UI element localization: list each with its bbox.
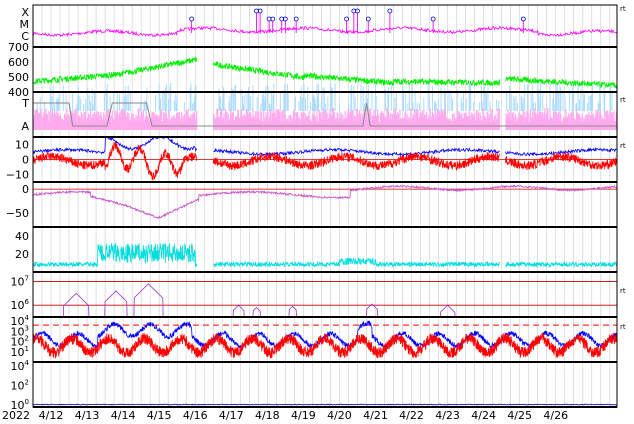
proton-right-label: rt <box>620 287 626 295</box>
speed-tick-label: 700 <box>8 41 29 54</box>
x-tick-label: 4/20 <box>327 409 352 422</box>
flare-marker <box>189 16 195 22</box>
panel-frame <box>32 46 618 93</box>
x-tick-label: 4/15 <box>147 409 172 422</box>
xray-flux-line <box>32 25 618 38</box>
flare-marker <box>430 16 436 22</box>
speed-tick-label: 600 <box>8 56 29 69</box>
electron-right-label: rt <box>620 323 626 331</box>
electron-low-line <box>32 332 618 359</box>
dst-tick-label: −50 <box>6 207 29 220</box>
neutron-tick-label: 102 <box>11 378 29 392</box>
tick-labels: 4/12 4/13 4/14 4/15 4/16 4/17 4/18 4/19 4/20 4/21… <box>6 5 626 422</box>
neutron-line <box>32 403 618 406</box>
panel-frame <box>32 4 618 48</box>
x-tick-label: 4/17 <box>219 409 244 422</box>
flare-marker <box>344 16 350 22</box>
space-weather-chart: 4/12 4/13 4/14 4/15 4/16 4/17 4/18 4/19 4/20 4/21… <box>2 4 626 422</box>
proton-flux-line <box>43 283 470 318</box>
xray-right-label: rt <box>620 5 626 13</box>
data-series <box>32 8 618 406</box>
x-tick-label: 4/22 <box>399 409 424 422</box>
density-line <box>32 243 618 269</box>
flare-marker <box>387 8 393 14</box>
x-tick-label: 4/12 <box>39 409 64 422</box>
x-tick-label: 4/18 <box>255 409 280 422</box>
neutron-tick-label: 104 <box>11 359 30 373</box>
flare-marker <box>520 16 526 22</box>
speed-tick-label: 500 <box>8 71 29 84</box>
dst-tick-label: 0 <box>22 183 29 196</box>
flare-marker <box>365 16 371 22</box>
bz-tick-label: 0 <box>22 154 29 167</box>
electron-tick-label: 101 <box>11 345 29 359</box>
bz-line <box>32 141 618 181</box>
wind-speed-line <box>32 56 618 89</box>
panel-frame <box>32 271 618 318</box>
x-tick-label: 4/16 <box>183 409 208 422</box>
x-tick-label: 4/19 <box>291 409 316 422</box>
panel-frame <box>32 361 618 408</box>
kp-right-label: rt <box>620 96 626 104</box>
density-tick-label: 20 <box>15 248 29 261</box>
proton-tick-label: 106 <box>11 298 30 312</box>
bz-tick-label: −10 <box>6 169 29 182</box>
density-tick-label: 40 <box>15 230 29 243</box>
x-tick-label: 4/14 <box>111 409 136 422</box>
x-tick-label: 4/26 <box>543 409 568 422</box>
year-label: 2022 <box>2 409 30 422</box>
flare-marker <box>293 16 299 22</box>
x-tick-label: 4/13 <box>75 409 100 422</box>
x-tick-label: 4/23 <box>435 409 460 422</box>
kp-tick-label: A <box>21 120 29 133</box>
x-tick-label: 4/25 <box>507 409 532 422</box>
bz-right-label: rt <box>620 142 626 150</box>
x-tick-label: 4/21 <box>363 409 388 422</box>
kp-tick-label: T <box>21 97 29 110</box>
bz-tick-label: 10 <box>15 139 29 152</box>
proton-tick-label: 107 <box>11 274 29 288</box>
x-tick-label: 4/24 <box>471 409 496 422</box>
